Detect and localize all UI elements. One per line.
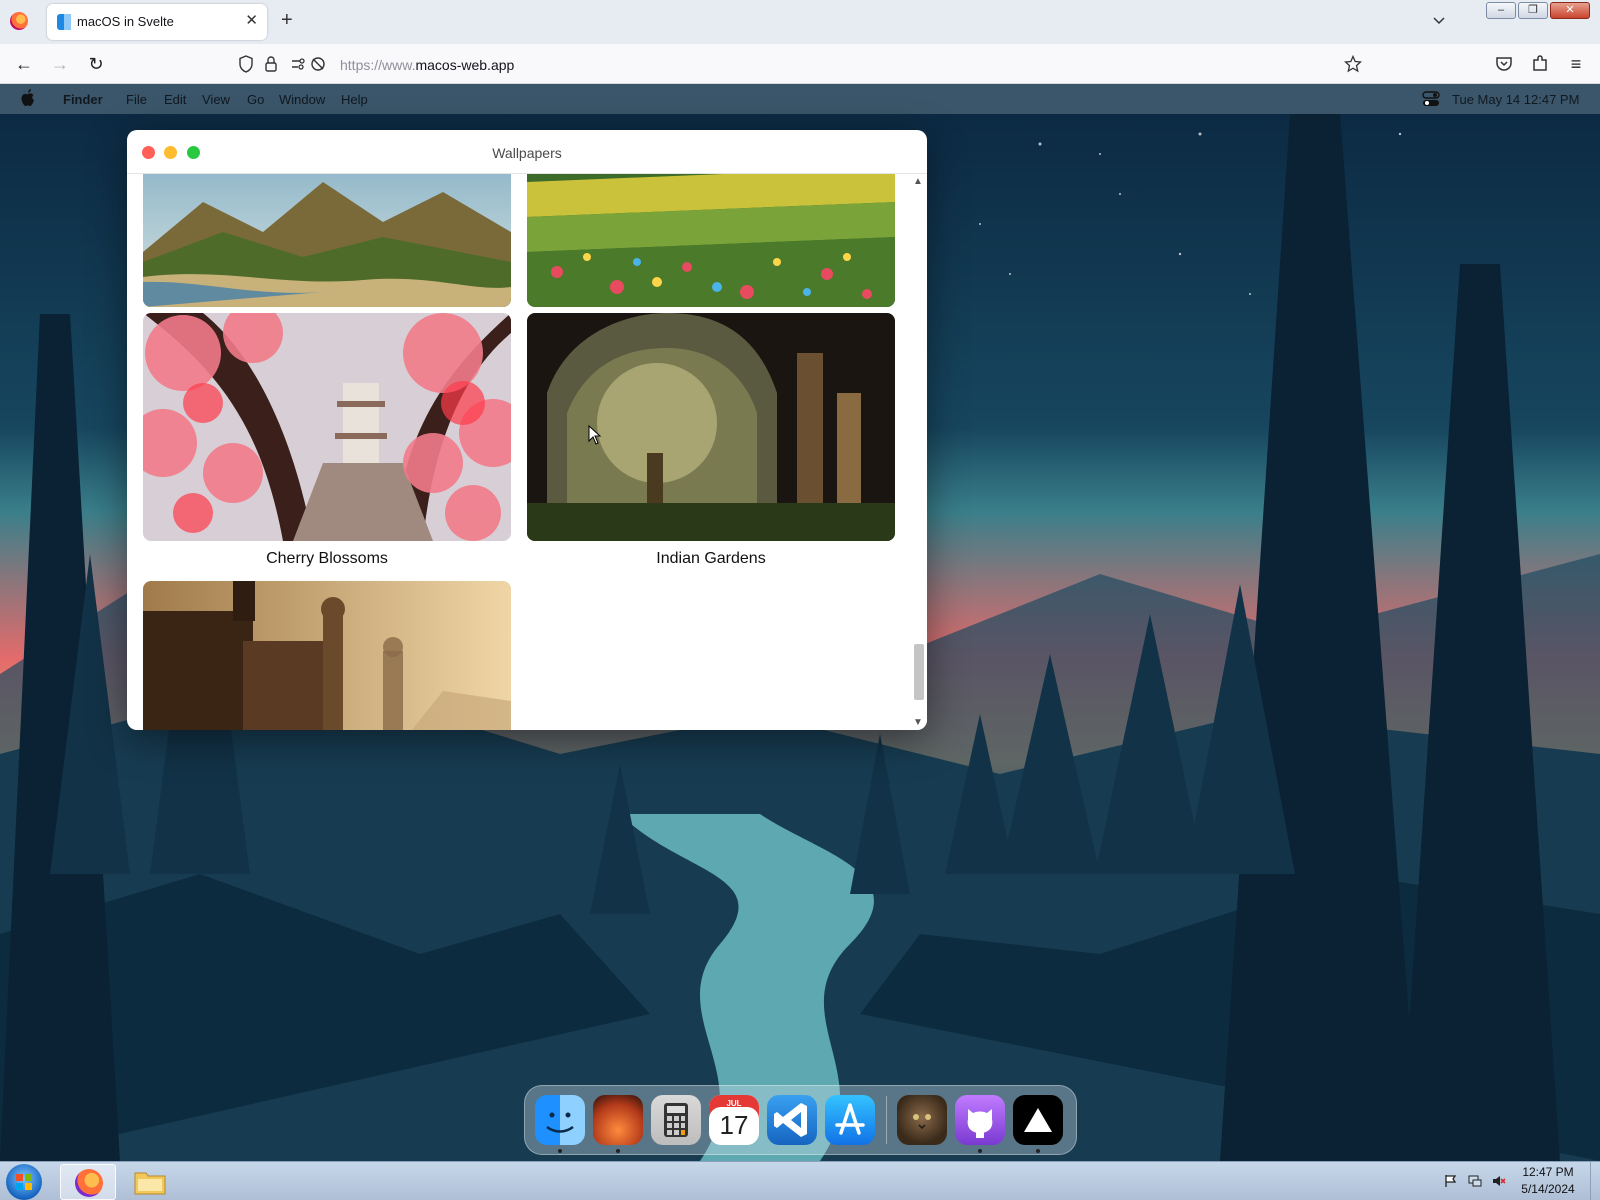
taskbar-file-explorer[interactable] — [122, 1164, 178, 1200]
finder-favicon-icon — [57, 14, 71, 30]
running-indicator — [1036, 1149, 1040, 1153]
dock-vercel-icon[interactable] — [1013, 1095, 1063, 1153]
close-tab-icon[interactable]: ✕ — [245, 11, 258, 29]
menu-view[interactable]: View — [202, 92, 230, 107]
dock-github-icon[interactable] — [955, 1095, 1005, 1153]
taskbar-firefox[interactable] — [60, 1164, 116, 1200]
taskbar-date[interactable]: 5/14/2024 — [1518, 1182, 1578, 1196]
action-center-flag-icon[interactable] — [1444, 1174, 1458, 1188]
wallpaper-thumbnail-flower-field[interactable] — [527, 174, 895, 307]
firefox-icon — [75, 1169, 103, 1197]
hamburger-menu-icon[interactable]: ≡ — [1566, 54, 1586, 74]
wallpaper-caption-cherry-blossoms: Cherry Blossoms — [266, 550, 388, 567]
dock-vscode-icon[interactable] — [767, 1095, 817, 1145]
extensions-icon[interactable] — [1530, 54, 1550, 74]
mouse-pointer-icon — [588, 425, 602, 445]
control-center-icon[interactable] — [1422, 91, 1440, 107]
dock-finder-icon[interactable] — [535, 1095, 585, 1153]
flower-field-image — [527, 174, 895, 307]
dock-calculator-icon[interactable] — [651, 1095, 701, 1145]
wallpaper-thumbnail-mountains[interactable] — [143, 174, 511, 307]
restore-button[interactable]: ❐ — [1518, 2, 1548, 19]
dock-wallpapers-icon[interactable] — [593, 1095, 643, 1153]
forward-arrow-icon[interactable]: → — [50, 54, 70, 74]
menu-file[interactable]: File — [126, 92, 147, 107]
running-indicator — [558, 1149, 562, 1153]
pocket-icon[interactable] — [1494, 54, 1514, 74]
tab-title: macOS in Svelte — [77, 14, 174, 29]
running-indicator — [978, 1149, 982, 1153]
bookmark-star-icon[interactable] — [1344, 55, 1362, 73]
menu-bar-clock[interactable]: Tue May 14 12:47 PM — [1452, 92, 1579, 107]
back-arrow-icon[interactable]: ← — [14, 54, 34, 74]
calendar-month: JUL — [726, 1099, 742, 1108]
calendar-day: 17 — [719, 1110, 749, 1140]
close-window-button[interactable]: ✕ — [1550, 2, 1590, 19]
windows-start-button[interactable] — [6, 1164, 42, 1200]
minimize-button[interactable]: – — [1486, 2, 1516, 19]
menu-window[interactable]: Window — [279, 92, 325, 107]
wallpaper-thumbnail-fort[interactable] — [143, 581, 511, 730]
scroll-down-arrow-icon[interactable]: ▼ — [913, 717, 923, 728]
dock-separator — [886, 1096, 887, 1144]
reload-icon[interactable]: ↻ — [86, 54, 106, 74]
taskbar-time[interactable]: 12:47 PM — [1518, 1165, 1578, 1179]
wallpaper-thumbnail-cherry-blossoms[interactable] — [143, 313, 511, 541]
url-text: https://www.macos-web.app — [340, 57, 515, 73]
url-bar[interactable]: https://www.macos-web.app — [230, 48, 1362, 80]
new-tab-icon[interactable]: + — [281, 9, 293, 32]
firefox-menu-icon[interactable] — [10, 12, 28, 30]
scrollbar-thumb[interactable] — [914, 644, 924, 700]
cherry-blossoms-image — [143, 313, 511, 541]
folder-icon — [134, 1172, 166, 1195]
dock-cat-photo-icon[interactable] — [897, 1095, 947, 1145]
menu-edit[interactable]: Edit — [164, 92, 186, 107]
menu-help[interactable]: Help — [341, 92, 368, 107]
fort-image — [143, 581, 511, 730]
window-controls: – ❐ ✕ — [1486, 2, 1590, 19]
show-desktop-button[interactable] — [1590, 1162, 1600, 1200]
permissions-icon[interactable] — [290, 56, 306, 72]
volume-muted-icon[interactable] — [1492, 1174, 1506, 1188]
window-titlebar[interactable]: Wallpapers — [127, 130, 927, 174]
lock-icon[interactable] — [264, 55, 278, 73]
dock-app-store-icon[interactable] — [825, 1095, 875, 1145]
scroll-up-arrow-icon[interactable]: ▲ — [913, 176, 923, 187]
dock-calendar-icon[interactable]: JUL 17 — [709, 1095, 759, 1145]
browser-tab-bar: macOS in Svelte ✕ + – ❐ ✕ — [0, 0, 1600, 44]
vertical-scrollbar[interactable]: ▲ ▼ — [910, 174, 927, 730]
macos-dock: JUL 17 — [524, 1085, 1077, 1155]
wallpapers-window: Wallpapers Cherry Blossoms Indian Garden… — [127, 130, 927, 730]
mountain-valley-image — [143, 174, 511, 307]
network-icon[interactable] — [1468, 1174, 1482, 1188]
macos-menu-bar: Finder File Edit View Go Window Help Tue… — [0, 84, 1600, 114]
menu-go[interactable]: Go — [247, 92, 264, 107]
indian-gardens-image — [527, 313, 895, 541]
apple-logo-icon[interactable] — [20, 89, 36, 107]
browser-nav-bar: ← → ↻ https://www.macos-web.app ≡ — [0, 44, 1600, 84]
tracking-blocked-icon[interactable] — [310, 56, 326, 72]
chevron-down-icon[interactable] — [1432, 13, 1446, 27]
wallpaper-thumbnail-indian-gardens[interactable] — [527, 313, 895, 541]
shield-icon[interactable] — [238, 55, 254, 73]
wallpaper-grid: Cherry Blossoms Indian Gardens ▲ ▼ — [127, 174, 927, 730]
running-indicator — [616, 1149, 620, 1153]
windows-logo-icon — [16, 1174, 32, 1190]
window-title: Wallpapers — [492, 145, 562, 161]
wallpaper-caption-indian-gardens: Indian Gardens — [656, 550, 766, 567]
active-app-name[interactable]: Finder — [63, 92, 103, 107]
windows-taskbar: 12:47 PM 5/14/2024 — [0, 1161, 1600, 1200]
browser-tab[interactable]: macOS in Svelte ✕ — [47, 4, 267, 40]
